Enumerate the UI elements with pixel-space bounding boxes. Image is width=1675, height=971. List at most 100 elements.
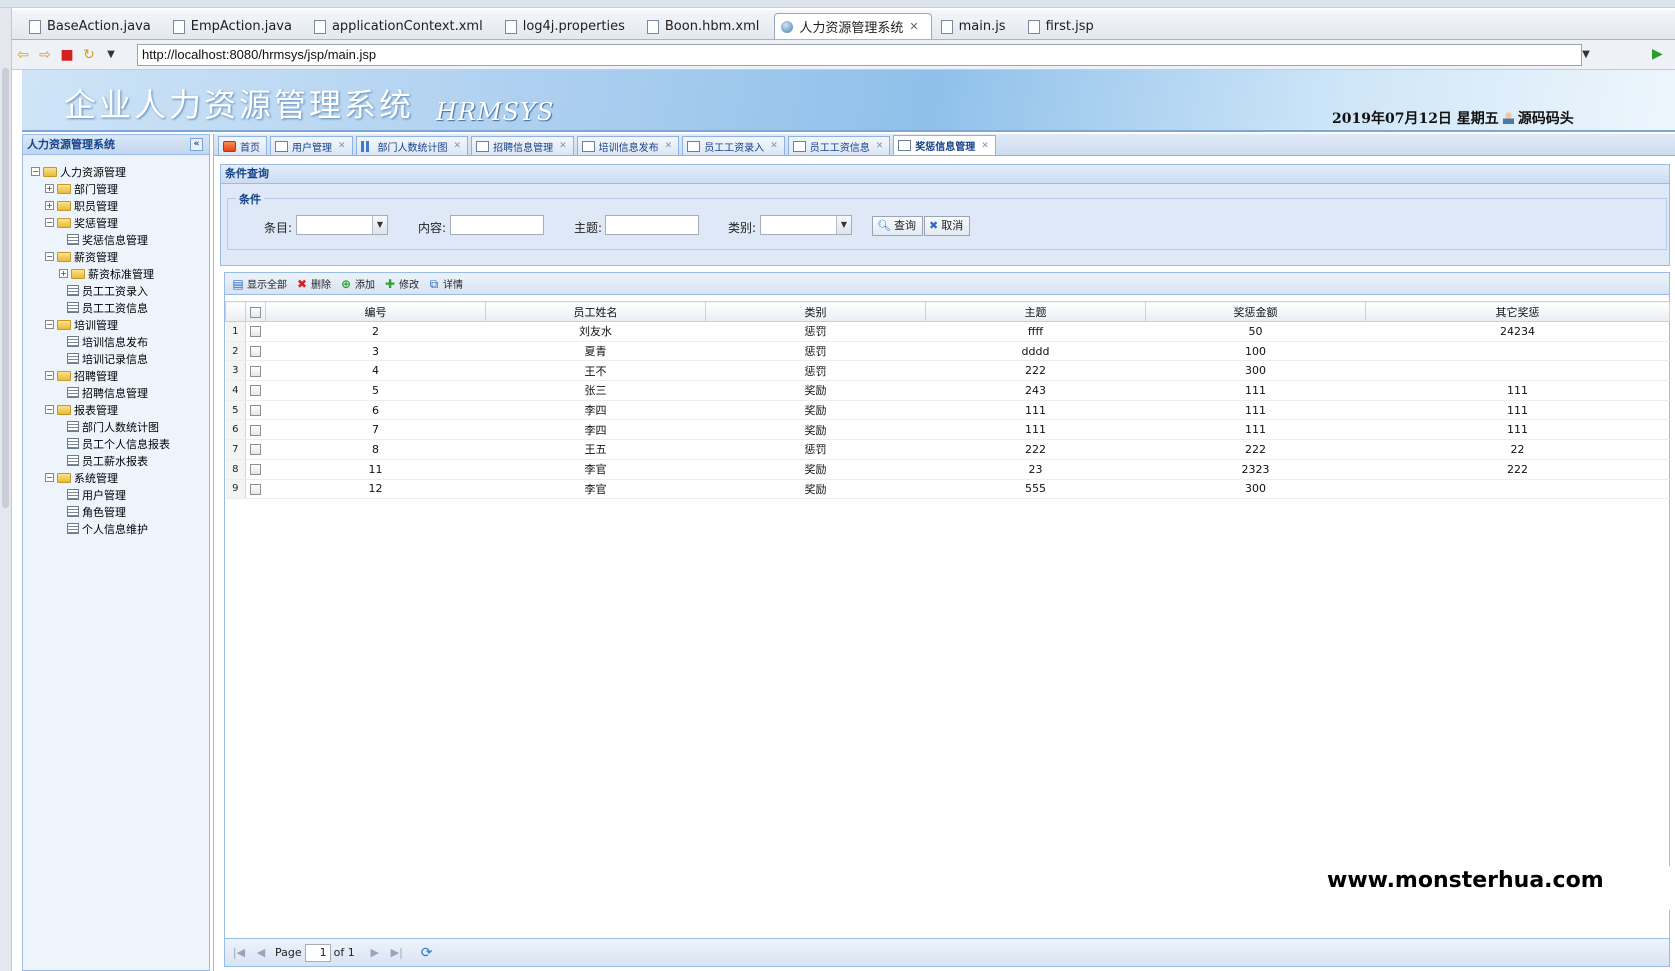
forward-arrow-icon[interactable]: ⇨ — [34, 44, 56, 66]
prev-page-icon[interactable]: ◀ — [253, 946, 269, 959]
row-checkbox-cell[interactable] — [245, 419, 266, 441]
ide-tab[interactable]: BaseAction.java — [22, 13, 164, 39]
app-tab[interactable]: 首页 — [218, 136, 267, 155]
table-row[interactable]: 5 6 李四 奖励 111 111 111 — [225, 400, 1670, 421]
ide-tab[interactable]: Boon.hbm.xml — [640, 13, 772, 39]
table-row[interactable]: 8 11 李官 奖励 23 2323 222 — [225, 459, 1670, 480]
next-page-icon[interactable]: ▶ — [367, 946, 383, 959]
expand-icon[interactable]: + — [59, 269, 68, 278]
collapse-node-icon[interactable]: − — [45, 252, 54, 261]
close-icon[interactable]: ✕ — [454, 141, 462, 151]
ide-tab[interactable]: EmpAction.java — [166, 13, 305, 39]
row-checkbox[interactable] — [250, 346, 262, 358]
row-checkbox[interactable] — [250, 424, 262, 436]
expand-icon[interactable]: + — [45, 201, 54, 210]
row-checkbox[interactable] — [250, 464, 262, 476]
row-checkbox[interactable] — [250, 326, 262, 338]
content-input[interactable] — [450, 215, 544, 235]
refresh-icon[interactable]: ↻ — [78, 44, 100, 66]
app-tab[interactable]: 培训信息发布 ✕ — [576, 136, 680, 155]
collapse-node-icon[interactable]: − — [45, 405, 54, 414]
go-icon[interactable]: ▶ — [1652, 46, 1663, 62]
tree-item[interactable]: 员工工资信息 — [23, 299, 209, 316]
delete-button[interactable]: ✖ 删除 — [295, 276, 331, 292]
tree-item[interactable]: 培训记录信息 — [23, 350, 209, 367]
chevron-down-icon[interactable]: ▼ — [836, 216, 851, 234]
close-icon[interactable]: ✕ — [876, 141, 884, 151]
subject-input[interactable] — [605, 215, 699, 235]
tree-item[interactable]: 角色管理 — [23, 503, 209, 520]
query-button[interactable]: 🔍︎ 查询 — [872, 216, 923, 236]
select-all-checkbox[interactable] — [250, 306, 261, 318]
row-checkbox[interactable] — [250, 405, 262, 417]
row-checkbox-cell[interactable] — [245, 380, 266, 401]
col-header-type[interactable]: 类别 — [705, 301, 926, 322]
tree-item[interactable]: 招聘信息管理 — [23, 384, 209, 401]
tree-item[interactable]: − 薪资管理 — [23, 248, 209, 265]
tree-item[interactable]: − 奖惩管理 — [23, 214, 209, 231]
detail-button[interactable]: ⧉ 详情 — [427, 276, 463, 292]
tree-item[interactable]: 培训信息发布 — [23, 333, 209, 350]
col-header-subject[interactable]: 主题 — [925, 301, 1146, 322]
table-row[interactable]: 4 5 张三 奖励 243 111 111 — [225, 380, 1670, 401]
tree-item[interactable]: − 系统管理 — [23, 469, 209, 486]
close-icon[interactable]: ✕ — [981, 141, 989, 151]
app-tab[interactable]: 招聘信息管理 ✕ — [471, 136, 574, 155]
tree-item[interactable]: − 招聘管理 — [23, 367, 209, 384]
item-select[interactable]: ▼ — [296, 215, 388, 235]
table-row[interactable]: 6 7 李四 奖励 111 111 111 — [225, 419, 1670, 441]
row-checkbox-cell[interactable] — [245, 479, 266, 500]
collapse-node-icon[interactable]: − — [45, 473, 54, 482]
tree-item[interactable]: 员工工资录入 — [23, 282, 209, 299]
show-all-button[interactable]: ▤ 显示全部 — [231, 276, 287, 292]
row-checkbox[interactable] — [250, 385, 262, 397]
expand-icon[interactable]: + — [45, 184, 54, 193]
col-header-name[interactable]: 员工姓名 — [485, 301, 706, 322]
tree-item[interactable]: 部门人数统计图 — [23, 418, 209, 435]
tree-item[interactable]: 奖惩信息管理 — [23, 231, 209, 248]
table-row[interactable]: 2 3 夏青 惩罚 dddd 100 — [225, 341, 1670, 362]
row-checkbox[interactable] — [250, 483, 262, 495]
tree-item[interactable]: 个人信息维护 — [23, 520, 209, 537]
table-row[interactable]: 7 8 王五 惩罚 222 222 22 — [225, 439, 1670, 460]
refresh-icon[interactable]: ⟳ — [421, 945, 433, 961]
url-dropdown-icon[interactable]: ▼ — [1578, 44, 1594, 66]
app-tab[interactable]: 奖惩信息管理 ✕ — [893, 135, 996, 155]
tree-item[interactable]: − 报表管理 — [23, 401, 209, 418]
col-header-amount[interactable]: 奖惩金额 — [1145, 301, 1366, 322]
collapse-node-icon[interactable]: − — [45, 371, 54, 380]
tree-item[interactable]: + 部门管理 — [23, 180, 209, 197]
edit-button[interactable]: ✚ 修改 — [383, 276, 419, 292]
collapse-icon[interactable]: « — [190, 138, 203, 151]
col-header-other[interactable]: 其它奖惩 — [1365, 301, 1670, 322]
app-tab[interactable]: 用户管理 ✕ — [270, 136, 353, 155]
url-field[interactable]: http://localhost:8080/hrmsys/jsp/main.js… — [137, 44, 1582, 66]
close-icon[interactable]: ✕ — [770, 141, 778, 151]
close-icon[interactable]: ✕ — [909, 20, 918, 33]
first-page-icon[interactable]: |◀ — [231, 946, 247, 959]
table-row[interactable]: 9 12 李官 奖励 555 300 — [225, 479, 1670, 500]
tree-item[interactable]: 员工薪水报表 — [23, 452, 209, 469]
app-tab[interactable]: 员工工资信息 ✕ — [787, 136, 891, 155]
row-checkbox-cell[interactable] — [245, 341, 266, 362]
collapse-node-icon[interactable]: − — [45, 320, 54, 329]
close-icon[interactable]: ✕ — [559, 141, 567, 151]
select-all-header[interactable] — [245, 301, 266, 322]
add-button[interactable]: ⊕ 添加 — [339, 276, 375, 292]
row-checkbox-cell[interactable] — [245, 459, 266, 480]
ide-tab[interactable]: main.js — [934, 13, 1019, 39]
row-checkbox-cell[interactable] — [245, 360, 266, 382]
page-input[interactable]: 1 — [304, 943, 331, 962]
collapse-node-icon[interactable]: − — [31, 167, 40, 176]
chevron-down-icon[interactable]: ▼ — [372, 216, 387, 234]
close-icon[interactable]: ✕ — [338, 141, 346, 151]
tree-item[interactable]: − 培训管理 — [23, 316, 209, 333]
app-tab[interactable]: 员工工资录入 ✕ — [682, 136, 785, 155]
app-tab[interactable]: 部门人数统计图 ✕ — [355, 136, 469, 155]
back-arrow-icon[interactable]: ⇦ — [12, 44, 34, 66]
row-checkbox[interactable] — [250, 365, 262, 377]
ide-tab[interactable]: first.jsp — [1021, 13, 1107, 39]
ide-scrollbar-thumb[interactable] — [2, 68, 9, 508]
last-page-icon[interactable]: ▶| — [389, 946, 405, 959]
tree-item[interactable]: + 薪资标准管理 — [23, 265, 209, 282]
